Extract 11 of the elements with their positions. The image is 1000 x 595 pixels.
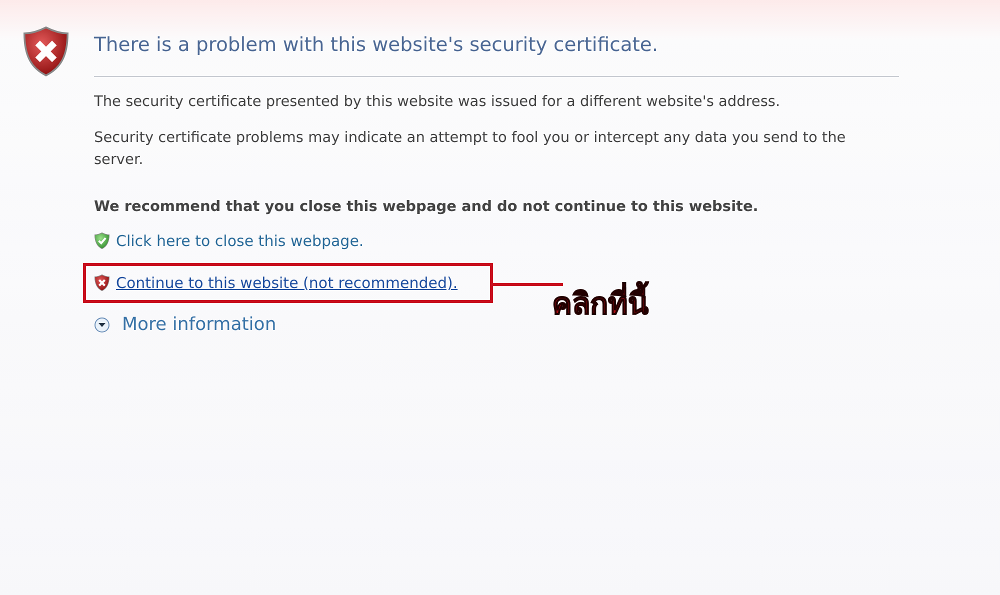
more-information-link[interactable]: More information	[122, 314, 276, 335]
shield-check-icon	[94, 232, 110, 250]
page-title: There is a problem with this website's security certificate.	[94, 33, 899, 77]
shield-x-icon	[22, 25, 70, 78]
paragraph: Security certificate problems may indicate an attempt to fool you or intercept any data you send to the server.	[94, 129, 847, 170]
link[interactable]: Click here to close this webpage.	[116, 232, 364, 250]
paragraph: The security certificate presented by this website was issued for a different website's address.	[94, 93, 782, 112]
recommendation-text: We recommend that you close this webpage and do not continue to this website.	[94, 198, 760, 217]
annotation-text: คลิกที่นี้	[552, 280, 649, 327]
link[interactable]: Continue to this website (not recommended).	[116, 274, 458, 292]
shield-x-icon	[94, 274, 110, 292]
